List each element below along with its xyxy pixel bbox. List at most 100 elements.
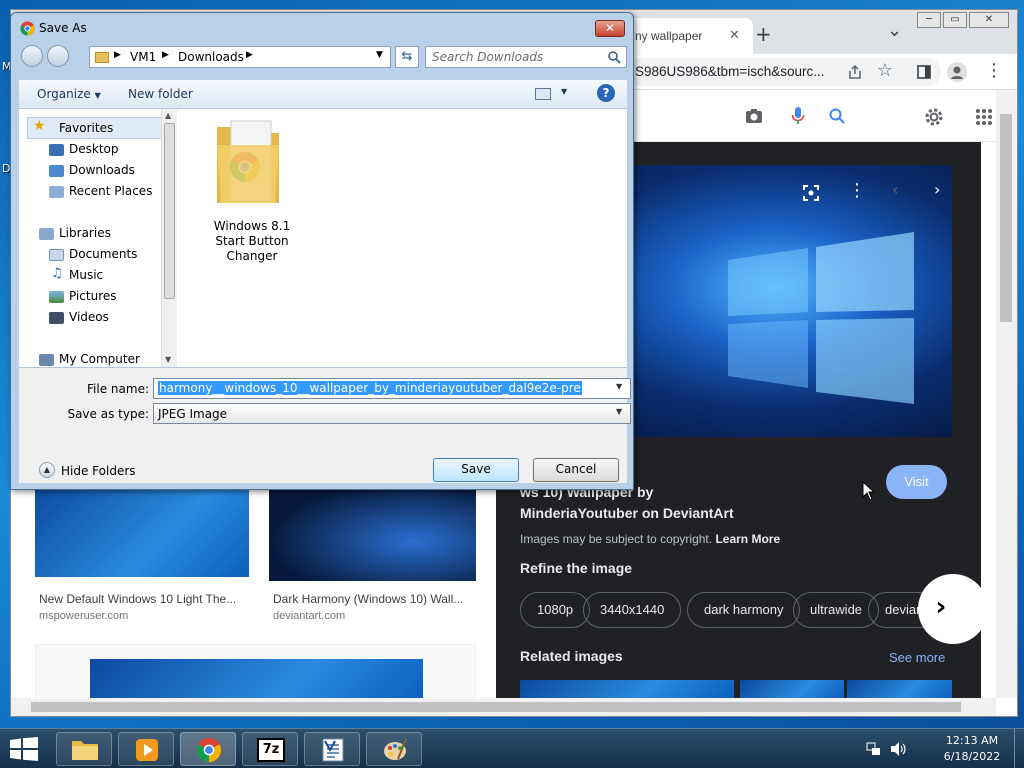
taskbar-wordpad[interactable]	[304, 732, 360, 766]
nav-recent-places[interactable]: Recent Places	[69, 184, 152, 198]
previous-image-icon[interactable]: ‹	[892, 180, 898, 199]
folder-item[interactable]: Windows 8.1 Start Button Changer	[207, 115, 297, 265]
taskbar-paint[interactable]	[366, 732, 422, 766]
taskbar-file-explorer[interactable]	[56, 732, 112, 766]
share-icon[interactable]	[847, 64, 863, 80]
see-more-link[interactable]: See more	[889, 650, 945, 665]
vertical-scrollbar[interactable]	[996, 90, 1017, 698]
horizontal-scrollbar[interactable]	[11, 698, 996, 716]
result-title[interactable]: New Default Windows 10 Light The...	[39, 592, 236, 606]
close-button[interactable]: ✕	[969, 12, 1009, 28]
dialog-title: Save As	[39, 21, 87, 35]
nav-videos[interactable]: Videos	[69, 310, 109, 324]
refine-chip[interactable]: dark harmony	[687, 592, 801, 628]
clock-time[interactable]: 12:13 AM	[932, 734, 1012, 747]
breadcrumb-downloads[interactable]: Downloads	[178, 50, 244, 64]
nav-favorites[interactable]: Favorites	[59, 121, 113, 135]
scrollbar-thumb[interactable]	[1000, 114, 1012, 322]
network-icon[interactable]	[866, 742, 882, 756]
file-name-input[interactable]: harmony__windows_10__wallpaper_by_minder…	[153, 378, 631, 399]
result-thumbnail[interactable]	[35, 482, 249, 577]
search-downloads-box[interactable]: Search Downloads	[425, 46, 627, 68]
refresh-icon[interactable]: ⇆	[395, 46, 419, 68]
taskbar-media-player[interactable]	[118, 732, 174, 766]
help-icon[interactable]: ?	[597, 84, 615, 102]
maximize-button[interactable]: ▭	[943, 12, 967, 28]
breadcrumb-vm1[interactable]: VM1	[130, 50, 156, 64]
nav-documents[interactable]: Documents	[69, 247, 137, 261]
file-name-dropdown-icon[interactable]: ▼	[616, 382, 622, 391]
result-card[interactable]	[35, 644, 476, 705]
show-desktop-button[interactable]	[1014, 729, 1024, 768]
forward-button[interactable]	[47, 45, 69, 67]
chips-scroll-right-icon[interactable]: ›	[918, 574, 981, 644]
related-image[interactable]	[520, 680, 734, 698]
visit-button[interactable]: Visit	[886, 465, 947, 499]
organize-button[interactable]: Organize ▼	[37, 87, 101, 101]
history-dropdown-icon[interactable]: ▼	[376, 50, 383, 60]
scrollbar-thumb[interactable]	[31, 702, 961, 712]
scroll-up-icon[interactable]: ▲	[165, 111, 171, 120]
breadcrumb-separator-icon: ▶	[246, 50, 253, 60]
search-icon[interactable]	[829, 108, 845, 124]
taskbar-chrome[interactable]	[180, 732, 236, 766]
save-type-select[interactable]: JPEG Image ▼	[153, 403, 631, 424]
minimize-button[interactable]: ─	[917, 12, 941, 28]
related-images-heading: Related images	[520, 648, 623, 664]
volume-icon[interactable]	[890, 741, 906, 757]
profile-avatar-icon[interactable]	[947, 62, 967, 82]
bookmark-star-icon[interactable]: ☆	[873, 60, 897, 81]
start-windows-icon[interactable]	[10, 737, 38, 761]
next-image-icon[interactable]: ›	[934, 180, 940, 199]
save-button[interactable]: Save	[433, 458, 519, 482]
hide-folders-label: Hide Folders	[61, 464, 136, 478]
back-button[interactable]	[21, 45, 43, 67]
settings-gear-icon[interactable]	[923, 106, 945, 128]
nav-music[interactable]: Music	[69, 268, 103, 282]
related-image[interactable]	[740, 680, 844, 698]
side-panel-icon[interactable]	[917, 65, 931, 79]
search-icon[interactable]	[608, 51, 621, 64]
google-apps-icon[interactable]	[975, 108, 993, 126]
result-thumbnail[interactable]	[269, 482, 476, 581]
dialog-close-button[interactable]: ✕	[595, 20, 625, 37]
lens-icon[interactable]	[802, 184, 820, 202]
nav-scrollbar[interactable]: ▲ ▼	[161, 109, 177, 367]
voice-search-icon[interactable]	[791, 106, 805, 126]
scrollbar-thumb[interactable]	[164, 123, 175, 299]
chrome-menu-icon[interactable]: ⋮	[985, 60, 1003, 81]
scroll-down-icon[interactable]: ▼	[165, 355, 171, 364]
refine-chip[interactable]: 3440x1440	[583, 592, 682, 628]
new-tab-button[interactable]: +	[755, 22, 772, 46]
new-folder-button[interactable]: New folder	[128, 87, 193, 101]
file-name-value: harmony__windows_10__wallpaper_by_minder…	[158, 381, 582, 395]
nav-pictures[interactable]: Pictures	[69, 289, 117, 303]
nav-libraries[interactable]: Libraries	[59, 226, 111, 240]
recent-places-icon	[49, 186, 64, 198]
favorites-star-icon: ★	[33, 118, 46, 134]
nav-desktop[interactable]: Desktop	[69, 142, 119, 156]
camera-search-icon[interactable]	[745, 108, 763, 124]
nav-downloads[interactable]: Downloads	[69, 163, 135, 177]
nav-my-computer[interactable]: My Computer	[59, 352, 140, 366]
refine-chip[interactable]: 1080p	[520, 592, 591, 628]
folder-name-line: Windows 8.1	[213, 219, 291, 233]
learn-more-link[interactable]: Learn More	[715, 532, 780, 546]
image-title-line2: MinderiaYoutuber on DeviantArt	[520, 505, 734, 521]
more-options-icon[interactable]: ⋮	[848, 180, 866, 201]
view-dropdown-icon[interactable]: ▼	[561, 87, 567, 96]
tab-search-icon[interactable]: ⌄	[887, 20, 902, 41]
refine-chip[interactable]: ultrawide	[793, 592, 880, 628]
taskbar-7zip[interactable]: 7z	[242, 732, 298, 766]
clock-date[interactable]: 6/18/2022	[932, 750, 1012, 763]
address-breadcrumb[interactable]: ▶ VM1 ▶ Downloads ▶ ▼	[89, 46, 391, 68]
result-source: mspoweruser.com	[39, 610, 129, 622]
cancel-button[interactable]: Cancel	[533, 458, 619, 482]
save-type-dropdown-icon[interactable]: ▼	[616, 407, 622, 416]
breadcrumb-separator-icon: ▶	[114, 50, 121, 60]
tab-close-icon[interactable]: ✕	[729, 28, 740, 43]
related-image[interactable]	[847, 680, 952, 698]
result-title[interactable]: Dark Harmony (Windows 10) Wall...	[273, 592, 463, 606]
chrome-tab-active[interactable]: ny wallpaper ✕	[623, 18, 753, 54]
view-options-icon[interactable]	[535, 88, 551, 100]
